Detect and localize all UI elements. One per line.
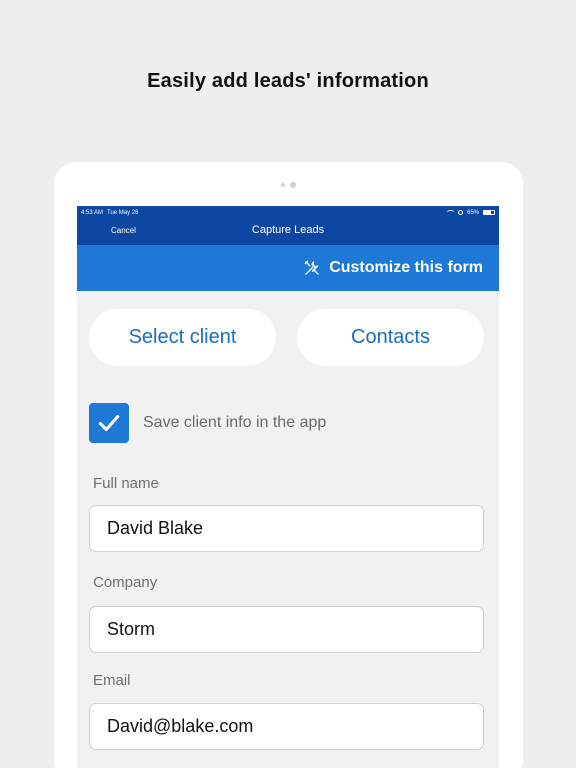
status-date: Tue May 26 [107, 209, 139, 216]
customize-form-label: Customize this form [329, 259, 483, 276]
email-label: Email [93, 672, 131, 689]
promo-headline: Easily add leads' information [147, 70, 429, 92]
battery-level [484, 211, 491, 214]
customize-form-button[interactable]: Customize this form [303, 257, 483, 279]
company-input[interactable] [89, 606, 484, 653]
company-label: Company [93, 574, 158, 591]
email-input[interactable] [89, 703, 484, 750]
navigation-bar: 4:53 AM Tue May 26 65% Capture Leads Can… [77, 206, 499, 245]
camera-dot [290, 182, 296, 188]
contacts-button[interactable]: Contacts [297, 309, 484, 366]
full-name-label: Full name [93, 475, 159, 492]
app-screen: 4:53 AM Tue May 26 65% Capture Leads Can… [77, 206, 499, 768]
save-client-info-checkbox[interactable] [89, 403, 129, 443]
sensor-dot [281, 183, 285, 187]
tools-icon [304, 260, 319, 275]
full-name-input[interactable] [89, 505, 484, 552]
camera-dots [54, 182, 523, 188]
nav-title: Capture Leads [251, 224, 325, 236]
cancel-button[interactable]: Cancel [111, 226, 136, 235]
tablet-frame: 4:53 AM Tue May 26 65% Capture Leads Can… [54, 162, 523, 768]
customize-bar: Customize this form [77, 245, 499, 291]
orientation-lock-icon [457, 210, 463, 215]
client-tab-row: Select client Contacts [89, 309, 484, 366]
app-store-screenshot: Easily add leads' information 4:53 AM Tu… [0, 0, 576, 768]
battery-icon [483, 210, 495, 215]
status-time: 4:53 AM [81, 209, 104, 216]
status-bar: 4:53 AM Tue May 26 65% [81, 208, 495, 217]
save-client-info-row: Save client info in the app [89, 403, 326, 443]
select-client-button[interactable]: Select client [89, 309, 276, 366]
checkmark-icon [98, 414, 120, 432]
wifi-icon [446, 210, 454, 215]
battery-percent: 65% [466, 209, 479, 216]
save-client-info-label: Save client info in the app [143, 414, 327, 431]
